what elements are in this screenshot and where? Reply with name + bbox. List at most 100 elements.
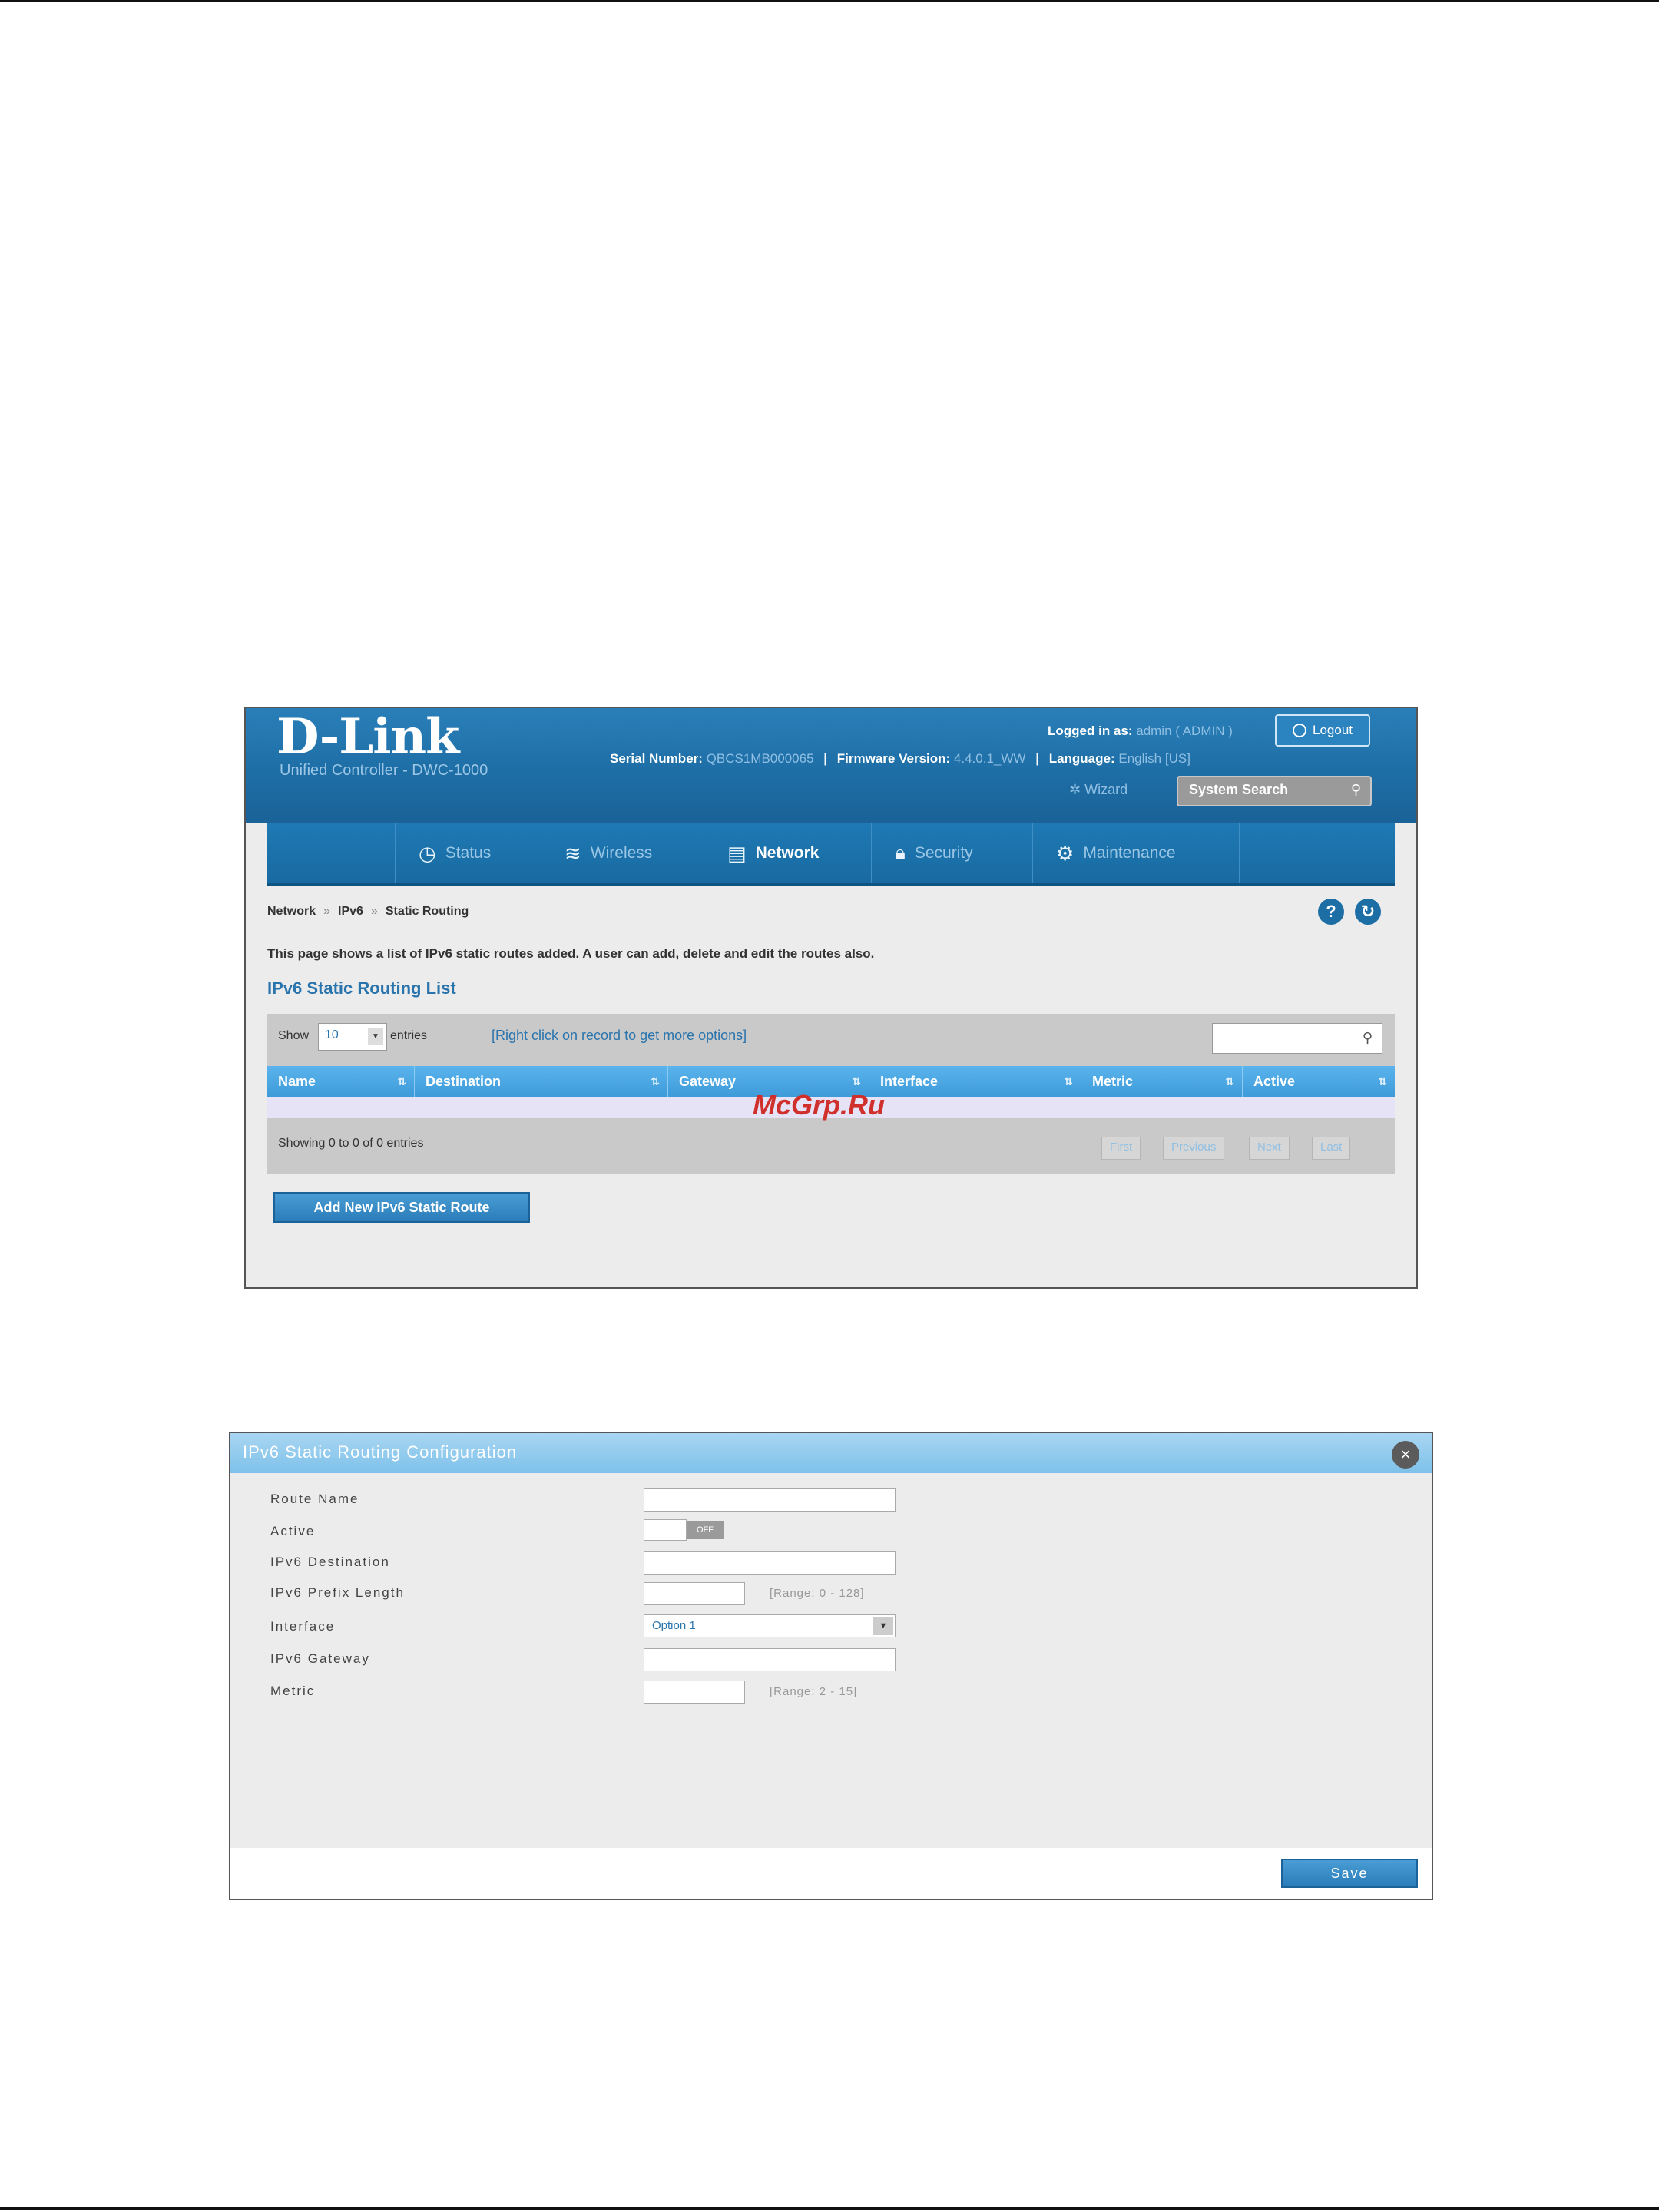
destination-input[interactable] (644, 1551, 896, 1575)
nav-wireless-label: Wireless (590, 844, 653, 862)
column-active[interactable]: Active ⇅ (1243, 1066, 1395, 1097)
first-page-button[interactable]: First (1101, 1137, 1141, 1160)
column-label: Active (1253, 1074, 1296, 1089)
logged-in-label: Logged in as: (1048, 724, 1133, 738)
prefix-length-input[interactable] (644, 1582, 745, 1605)
sort-icon: ⇅ (651, 1075, 660, 1088)
wifi-icon: ≋ (565, 841, 581, 865)
close-icon[interactable]: × (1392, 1441, 1419, 1469)
column-label: Name (278, 1074, 316, 1089)
logged-in-info: Logged in as: admin ( ADMIN ) (1048, 724, 1233, 739)
sort-icon: ⇅ (397, 1075, 406, 1088)
system-search-placeholder: System Search (1189, 782, 1289, 797)
watermark-text: McGrp.Ru (753, 1089, 886, 1121)
table-toolbar: Show 10 ▼ entries [Right click on record… (267, 1014, 1395, 1066)
nav-status[interactable]: ◷ Status (395, 823, 541, 883)
dlink-logo: D-Link (276, 708, 459, 766)
previous-page-button[interactable]: Previous (1163, 1137, 1225, 1160)
prefix-range-hint: [Range: 0 - 128] (770, 1587, 865, 1600)
help-icon[interactable]: ? (1318, 899, 1344, 925)
serial-label: Serial Number: (610, 751, 703, 766)
next-page-button[interactable]: Next (1249, 1137, 1290, 1160)
nav-network[interactable]: ▤ Network (704, 823, 871, 883)
metric-input[interactable] (644, 1681, 745, 1704)
chevron-down-icon: ▼ (873, 1617, 893, 1635)
sort-icon: ⇅ (1225, 1075, 1234, 1088)
logout-button[interactable]: Logout (1275, 714, 1370, 747)
nav-status-label: Status (445, 844, 492, 862)
list-title: IPv6 Static Routing List (267, 979, 456, 998)
language-label: Language: (1048, 751, 1115, 766)
interface-select[interactable]: Option 1 ▼ (644, 1614, 896, 1637)
last-page-button[interactable]: Last (1312, 1137, 1351, 1160)
page-description: This page shows a list of IPv6 static ro… (267, 946, 875, 961)
main-nav: ◷ Status ≋ Wireless ▤ Network 🔒︎ Securit… (267, 823, 1395, 886)
table-search-input[interactable]: ⚲ (1212, 1023, 1382, 1054)
entries-per-page-select[interactable]: 10 ▼ (318, 1023, 387, 1051)
sort-icon: ⇅ (1064, 1075, 1073, 1088)
router-list-screenshot: D-Link Unified Controller - DWC-1000 Log… (244, 707, 1418, 1289)
search-icon[interactable]: ⚲ (1351, 782, 1361, 798)
column-destination[interactable]: Destination ⇅ (415, 1066, 668, 1097)
breadcrumb: Network » IPv6 » Static Routing (267, 905, 469, 919)
active-label: Active (270, 1524, 316, 1538)
dialog-header: IPv6 Static Routing Configuration × (230, 1433, 1432, 1473)
firmware-value: 4.4.0.1_WW (953, 751, 1026, 766)
network-icon: ▤ (727, 841, 747, 865)
info-separator: | (823, 751, 828, 766)
nav-wireless[interactable]: ≋ Wireless (541, 823, 704, 883)
nav-maintenance-label: Maintenance (1083, 844, 1176, 862)
table-footer: Showing 0 to 0 of 0 entries First Previo… (267, 1118, 1395, 1174)
column-metric[interactable]: Metric ⇅ (1081, 1066, 1243, 1097)
interface-label: Interface (270, 1619, 336, 1634)
destination-label: IPv6 Destination (270, 1555, 390, 1569)
nav-security-label: Security (914, 844, 973, 862)
breadcrumb-arrow: » (323, 905, 331, 918)
breadcrumb-item[interactable]: IPv6 (338, 905, 363, 918)
device-info-row: Serial Number: QBCS1MB000065 | Firmware … (610, 751, 1190, 767)
show-label: Show (278, 1029, 310, 1042)
active-toggle[interactable]: OFF (644, 1519, 724, 1541)
language-link[interactable]: English [US] (1118, 751, 1190, 766)
system-search-input[interactable]: System Search ⚲ (1177, 776, 1372, 806)
route-name-label: Route Name (270, 1492, 359, 1506)
entries-per-page-value: 10 (325, 1028, 339, 1041)
column-interface[interactable]: Interface ⇅ (869, 1066, 1081, 1097)
dialog-footer: Save (230, 1848, 1432, 1899)
metric-label: Metric (270, 1684, 316, 1698)
prefix-length-label: IPv6 Prefix Length (270, 1585, 405, 1600)
toggle-knob (644, 1519, 687, 1541)
route-config-dialog: IPv6 Static Routing Configuration × Rout… (229, 1432, 1433, 1900)
add-static-route-button[interactable]: Add New IPv6 Static Route (273, 1192, 530, 1223)
logged-in-user: admin ( ADMIN ) (1136, 724, 1233, 738)
refresh-icon[interactable]: ↻ (1355, 899, 1381, 925)
top-rule (0, 0, 1659, 2)
product-subtitle: Unified Controller - DWC-1000 (280, 762, 488, 779)
route-name-input[interactable] (644, 1488, 896, 1512)
info-separator: | (1035, 751, 1039, 766)
column-label: Destination (426, 1074, 502, 1089)
right-click-hint: [Right click on record to get more optio… (492, 1028, 747, 1043)
toggle-off-label: OFF (687, 1521, 724, 1539)
column-name[interactable]: Name ⇅ (267, 1066, 415, 1097)
firmware-label: Firmware Version: (836, 751, 951, 766)
wand-icon: ✲ (1069, 782, 1081, 797)
gateway-input[interactable] (644, 1648, 896, 1671)
column-label: Interface (880, 1074, 939, 1089)
router-header: D-Link Unified Controller - DWC-1000 Log… (246, 708, 1416, 823)
wizard-link[interactable]: ✲ Wizard (1069, 782, 1128, 798)
gateway-label: IPv6 Gateway (270, 1651, 370, 1666)
breadcrumb-arrow: » (370, 905, 378, 918)
nav-maintenance[interactable]: ⚙ Maintenance (1032, 823, 1240, 883)
column-label: Metric (1092, 1074, 1134, 1089)
nav-security[interactable]: 🔒︎ Security (871, 823, 1032, 883)
lock-icon: 🔒︎ (895, 841, 906, 864)
power-icon (1293, 724, 1306, 737)
chevron-down-icon: ▼ (368, 1028, 383, 1045)
breadcrumb-item[interactable]: Network (267, 905, 316, 918)
metric-range-hint: [Range: 2 - 15] (770, 1685, 858, 1698)
showing-entries-text: Showing 0 to 0 of 0 entries (278, 1137, 424, 1150)
nav-network-label: Network (755, 844, 820, 862)
save-button[interactable]: Save (1281, 1859, 1418, 1888)
search-icon: ⚲ (1362, 1030, 1373, 1045)
